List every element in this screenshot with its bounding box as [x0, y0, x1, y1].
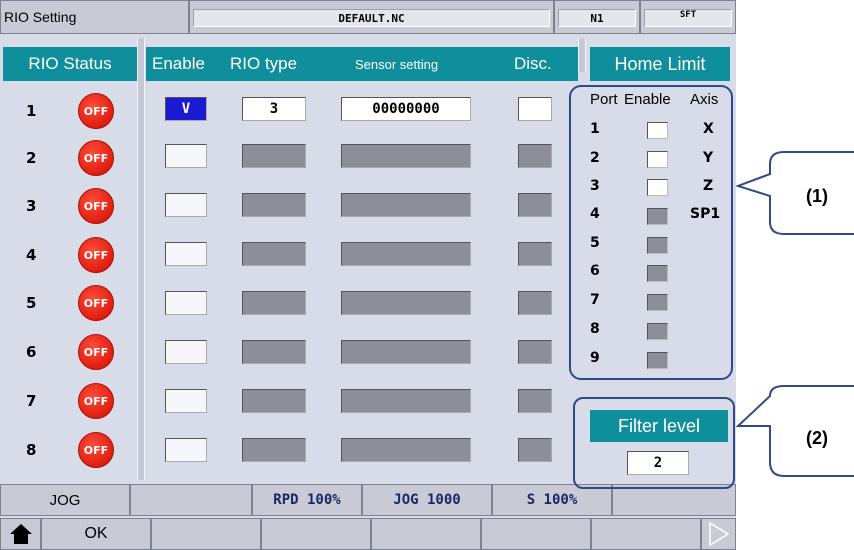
rio-type-field[interactable]: 3 — [242, 97, 306, 121]
col-disc-label: Disc. — [514, 54, 552, 73]
panel-divider — [137, 38, 145, 480]
col-sensor-label: Sensor setting — [355, 56, 439, 72]
sensor-setting-field[interactable]: 00000000 — [341, 97, 471, 121]
home-limit-header: Home Limit — [590, 47, 730, 81]
line-number: N1 — [590, 11, 604, 25]
function-key[interactable] — [481, 518, 591, 550]
enable-field[interactable] — [165, 144, 207, 168]
shift-cell: SFT — [640, 0, 736, 34]
rio-type-field — [242, 291, 306, 315]
file-name-cell: DEFAULT.NC — [189, 0, 554, 34]
off-status-icon: OFF — [78, 93, 114, 129]
home-icon — [9, 524, 32, 544]
file-name: DEFAULT.NC — [338, 11, 405, 25]
enable-field[interactable] — [165, 193, 207, 217]
next-arrow-icon — [708, 521, 729, 547]
home-limit-highlight — [569, 85, 733, 380]
rio-type-field — [242, 144, 306, 168]
row-number: 5 — [26, 294, 37, 312]
row-number: 6 — [26, 343, 37, 361]
shift-indicator: SFT — [679, 10, 697, 20]
col-enable-label: Enable — [152, 54, 205, 73]
row-number: 1 — [26, 102, 37, 120]
off-status-icon: OFF — [78, 285, 114, 321]
status-blank-cell — [130, 484, 252, 516]
off-status-icon: OFF — [78, 334, 114, 370]
disc-field — [518, 389, 552, 413]
jog-speed: JOG 1000 — [362, 484, 492, 516]
home-limit-title: Home Limit — [614, 53, 706, 74]
disc-field — [518, 144, 552, 168]
off-status-icon: OFF — [78, 188, 114, 224]
function-key[interactable] — [591, 518, 701, 550]
sensor-setting-field — [341, 291, 471, 315]
screen-title: RIO Setting — [4, 9, 77, 25]
sensor-setting-field — [341, 340, 471, 364]
line-number-cell: N1 — [554, 0, 640, 34]
sensor-setting-field — [341, 389, 471, 413]
function-key[interactable] — [151, 518, 261, 550]
enable-field[interactable] — [165, 340, 207, 364]
off-status-icon: OFF — [78, 140, 114, 176]
sensor-setting-field — [341, 438, 471, 462]
col-type-label: RIO type — [230, 54, 298, 73]
off-status-icon: OFF — [78, 432, 114, 468]
screen-title-cell: RIO Setting — [0, 0, 189, 34]
sensor-setting-field — [341, 144, 471, 168]
function-key[interactable] — [371, 518, 481, 550]
enable-field[interactable] — [165, 438, 207, 462]
filter-level-highlight — [573, 397, 735, 489]
rio-status-title: RIO Status — [28, 54, 112, 73]
sensor-setting-field — [341, 242, 471, 266]
callout-shapes — [736, 151, 854, 477]
rio-type-field — [242, 389, 306, 413]
rio-status-header: RIO Status — [3, 47, 137, 81]
sensor-setting-field — [341, 193, 471, 217]
disc-field[interactable] — [518, 97, 552, 121]
home-key[interactable] — [0, 518, 41, 550]
row-number: 2 — [26, 149, 37, 167]
disc-field — [518, 340, 552, 364]
panel-divider — [578, 38, 586, 72]
disc-field — [518, 193, 552, 217]
disc-field — [518, 291, 552, 315]
callout-label-2: (2) — [806, 428, 828, 448]
rio-type-field — [242, 438, 306, 462]
row-number: 4 — [26, 246, 37, 264]
enable-field[interactable] — [165, 291, 207, 315]
row-number: 8 — [26, 441, 37, 459]
off-status-icon: OFF — [78, 383, 114, 419]
next-page-key[interactable] — [701, 518, 736, 550]
rio-config-header: Enable RIO type Sensor setting Disc. — [146, 47, 578, 81]
function-key[interactable] — [261, 518, 371, 550]
rio-type-field — [242, 193, 306, 217]
off-status-icon: OFF — [78, 237, 114, 273]
rio-type-field — [242, 242, 306, 266]
disc-field — [518, 438, 552, 462]
row-number: 7 — [26, 392, 37, 410]
disc-field — [518, 242, 552, 266]
callout-label-1: (1) — [806, 186, 828, 206]
row-number: 3 — [26, 197, 37, 215]
enable-field[interactable]: V — [165, 97, 207, 121]
enable-field[interactable] — [165, 242, 207, 266]
rapid-override: RPD 100% — [252, 484, 362, 516]
rio-type-field — [242, 340, 306, 364]
ok-button[interactable]: OK — [41, 518, 151, 550]
mode-indicator: JOG — [0, 484, 130, 516]
enable-field[interactable] — [165, 389, 207, 413]
